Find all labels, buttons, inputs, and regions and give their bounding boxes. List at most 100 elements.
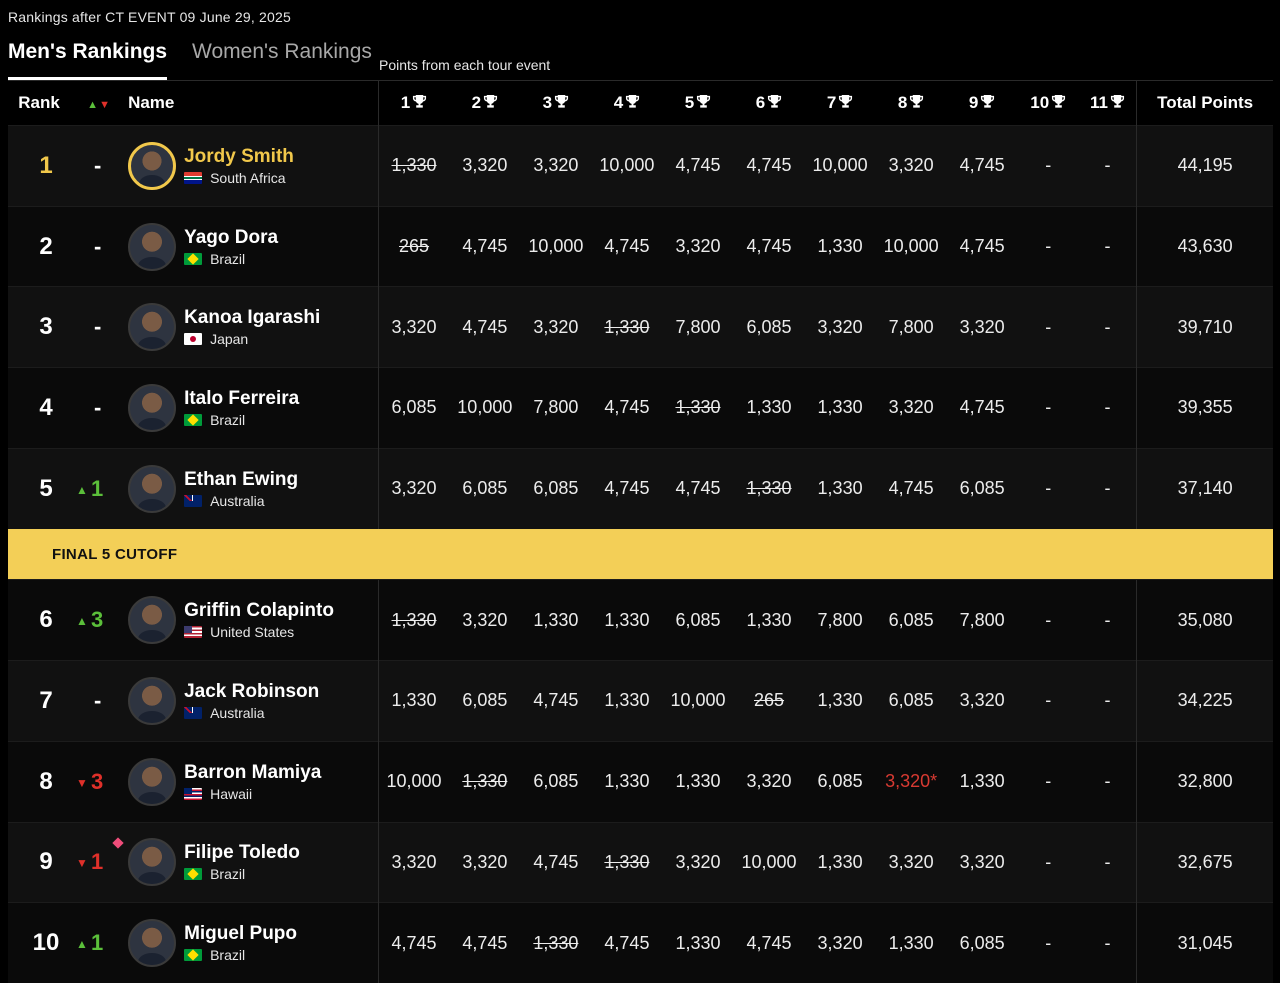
- event-points-cell: 1,330: [520, 579, 592, 661]
- table-row[interactable]: 7- Jack Robinson Australia 1,330 6,085 4,745 1…: [8, 660, 1273, 742]
- event-points: 6,085: [533, 771, 579, 792]
- event-points-cell: -: [1017, 367, 1079, 449]
- athlete-cell[interactable]: Ethan Ewing Australia: [128, 447, 379, 529]
- athlete-name[interactable]: Italo Ferreira: [184, 388, 299, 410]
- event-points-cell: 265: [377, 205, 450, 287]
- table-row[interactable]: 5 ▲ 1 Ethan Ewing Australia 3,320 6,085 6,085 4,…: [8, 447, 1273, 529]
- column-header-event-4[interactable]: 4: [591, 80, 663, 126]
- athlete-name[interactable]: Kanoa Igarashi: [184, 307, 320, 329]
- column-header-change[interactable]: ▲▼: [70, 80, 129, 126]
- athlete-cell[interactable]: Jack Robinson Australia: [128, 660, 379, 742]
- event-points: 1,330: [391, 155, 437, 176]
- tab-womens-rankings[interactable]: Women's Rankings: [192, 40, 372, 80]
- table-header-row: Rank ▲▼ Name 1 2 3 4 5 6 7 8 9 10 11 Total Points: [8, 80, 1273, 126]
- event-points: 1,330: [533, 932, 579, 953]
- event-points: -: [1045, 316, 1052, 337]
- event-points-cell: 1,330: [520, 902, 592, 983]
- athlete-cell[interactable]: Yago Dora Brazil: [128, 205, 379, 287]
- column-header-total-points[interactable]: Total Points: [1136, 80, 1273, 126]
- event-number: 4: [613, 92, 624, 112]
- event-points-cell: 3,320: [662, 821, 734, 903]
- column-header-event-11[interactable]: 11: [1078, 80, 1137, 126]
- table-row[interactable]: 9 ▼ 1 Filipe Toledo Brazil 3,320 3,320 4,745 1,3…: [8, 821, 1273, 903]
- column-header-event-8[interactable]: 8: [875, 80, 947, 126]
- athlete-info: Miguel Pupo Brazil: [128, 919, 378, 968]
- table-row[interactable]: 6 ▲ 3 Griffin Colapinto United States 1,330 3,…: [8, 579, 1273, 661]
- event-points: 7,800: [817, 609, 863, 630]
- athlete-name[interactable]: Griffin Colapinto: [184, 600, 334, 622]
- event-points: 1,330: [817, 236, 863, 257]
- event-points-cell: 6,085: [377, 367, 450, 449]
- avatar: [128, 383, 177, 432]
- column-header-rank[interactable]: Rank: [8, 80, 71, 126]
- column-header-name[interactable]: Name: [128, 80, 379, 126]
- athlete-name[interactable]: Jordy Smith: [184, 146, 294, 168]
- athlete-cell[interactable]: Filipe Toledo Brazil: [128, 821, 379, 903]
- event-points-cell: 10,000: [520, 205, 592, 287]
- event-points-cell: 4,745: [591, 902, 663, 983]
- event-points: 1,330: [604, 609, 650, 630]
- event-points: 10,000: [599, 155, 655, 176]
- event-points: -: [1104, 397, 1111, 418]
- athlete-text: Jack Robinson Australia: [184, 681, 319, 721]
- event-points: 1,330: [817, 478, 863, 499]
- athlete-name[interactable]: Barron Mamiya: [184, 762, 321, 784]
- athlete-text: Ethan Ewing Australia: [184, 469, 298, 509]
- athlete-cell[interactable]: Jordy Smith South Africa: [128, 125, 379, 207]
- event-points: 4,745: [959, 397, 1005, 418]
- event-points-cell: 3,320: [875, 125, 947, 207]
- column-header-event-1[interactable]: 1: [377, 80, 450, 126]
- event-points: -: [1045, 932, 1052, 953]
- event-points-cell: -: [1078, 286, 1137, 368]
- column-header-event-5[interactable]: 5: [662, 80, 734, 126]
- event-points: 4,745: [462, 236, 508, 257]
- athlete-name[interactable]: Filipe Toledo: [184, 842, 300, 864]
- event-points: 3,320: [817, 316, 863, 337]
- athlete-text: Italo Ferreira Brazil: [184, 388, 299, 428]
- event-points: -: [1104, 316, 1111, 337]
- column-header-event-10[interactable]: 10: [1017, 80, 1079, 126]
- event-points: 4,745: [391, 932, 437, 953]
- athlete-cell[interactable]: Italo Ferreira Brazil: [128, 367, 379, 449]
- event-points: 4,745: [959, 155, 1005, 176]
- event-points-cell: 4,745: [733, 125, 805, 207]
- event-points: -: [1104, 771, 1111, 792]
- event-points-cell: 10,000: [591, 125, 663, 207]
- athlete-cell[interactable]: Miguel Pupo Brazil: [128, 902, 379, 983]
- event-points: 10,000: [741, 851, 797, 872]
- athlete-info: Jordy Smith South Africa: [128, 141, 378, 190]
- column-header-event-2[interactable]: 2: [449, 80, 521, 126]
- athlete-cell[interactable]: Barron Mamiya Hawaii: [128, 740, 379, 822]
- column-header-event-6[interactable]: 6: [733, 80, 805, 126]
- athlete-name[interactable]: Jack Robinson: [184, 681, 319, 703]
- athlete-name[interactable]: Ethan Ewing: [184, 469, 298, 491]
- column-header-event-7[interactable]: 7: [804, 80, 876, 126]
- tab-mens-rankings[interactable]: Men's Rankings: [8, 40, 168, 80]
- rank-change-cell: -: [70, 660, 129, 742]
- event-points: -: [1045, 236, 1052, 257]
- column-header-event-3[interactable]: 3: [520, 80, 592, 126]
- table-row[interactable]: 10 ▲ 1 Miguel Pupo Brazil 4,745 4,745 1,330 4,74…: [8, 902, 1273, 983]
- athlete-info: Ethan Ewing Australia: [128, 464, 378, 513]
- event-points-cell: -: [1017, 447, 1079, 529]
- trophy-icon: [483, 94, 498, 114]
- athlete-cell[interactable]: Kanoa Igarashi Japan: [128, 286, 379, 368]
- flag-icon: [184, 333, 203, 346]
- total-points-cell: 37,140: [1136, 447, 1273, 529]
- table-row[interactable]: 3- Kanoa Igarashi Japan 3,320 4,745 3,320 1,33…: [8, 286, 1273, 368]
- column-header-event-9[interactable]: 9: [946, 80, 1018, 126]
- athlete-name[interactable]: Miguel Pupo: [184, 923, 297, 945]
- event-points: 1,330: [462, 771, 508, 792]
- table-row[interactable]: 1- Jordy Smith South Africa 1,330 3,320 3,320…: [8, 125, 1273, 207]
- athlete-cell[interactable]: Griffin Colapinto United States: [128, 579, 379, 661]
- table-row[interactable]: 4- Italo Ferreira Brazil 6,085 10,000 7,800 4,…: [8, 367, 1273, 449]
- trophy-icon: [838, 94, 853, 114]
- table-row[interactable]: 8 ▼ 3 Barron Mamiya Hawaii 10,000 1,330 6,085 1,…: [8, 740, 1273, 822]
- event-points: 10,000: [457, 397, 513, 418]
- table-row[interactable]: 2- Yago Dora Brazil 265 4,745 10,000 4,745 3,32…: [8, 205, 1273, 287]
- event-points-cell: -: [1017, 579, 1079, 661]
- event-points: 3,320: [817, 932, 863, 953]
- event-points: 6,085: [817, 771, 863, 792]
- athlete-name[interactable]: Yago Dora: [184, 227, 278, 249]
- rank-change-value: 3: [90, 607, 104, 633]
